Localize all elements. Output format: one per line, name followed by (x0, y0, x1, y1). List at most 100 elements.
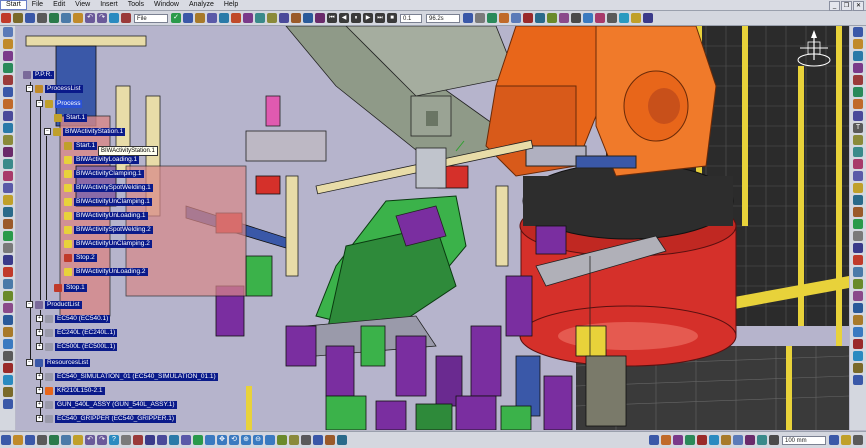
left-tool-27-icon[interactable] (2, 339, 13, 349)
left-tool-24-icon[interactable] (2, 303, 13, 313)
tree-node-activity[interactable]: BIWActivitySpotWelding.1 (64, 183, 153, 192)
bottom-tool-36-icon[interactable] (721, 435, 731, 445)
left-tool-7-icon[interactable] (2, 99, 13, 109)
bottom-tool-38-icon[interactable] (745, 435, 755, 445)
left-tool-14-icon[interactable] (2, 183, 13, 193)
copy-icon[interactable] (61, 13, 71, 23)
collapse-icon[interactable]: − (44, 128, 51, 135)
bottom-tool-41-icon[interactable] (829, 435, 839, 445)
left-tool-15-icon[interactable] (2, 195, 13, 205)
bottom-tool-42-icon[interactable] (841, 435, 851, 445)
right-tool-2-icon[interactable] (853, 39, 863, 49)
tree-node-stop[interactable]: Stop.2 (64, 253, 97, 262)
right-tool-25-icon[interactable] (853, 315, 863, 325)
collapse-icon[interactable]: − (26, 359, 33, 366)
left-tool-16-icon[interactable] (2, 207, 13, 217)
sync-icon[interactable] (583, 13, 593, 23)
play-icon[interactable]: ▶ (363, 13, 373, 23)
cut-icon[interactable] (49, 13, 59, 23)
left-tool-32-icon[interactable] (2, 399, 13, 409)
bottom-tool-29-icon[interactable] (337, 435, 347, 445)
expand-icon[interactable]: + (36, 387, 43, 394)
bottom-tool-12-icon[interactable] (133, 435, 143, 445)
step-back-icon[interactable]: ◀ (339, 13, 349, 23)
menu-analyze[interactable]: Analyze (184, 0, 219, 10)
menu-tools[interactable]: Tools (123, 0, 149, 10)
left-tool-28-icon[interactable] (2, 351, 13, 361)
grid-icon[interactable] (607, 13, 617, 23)
right-tool-23-icon[interactable] (853, 291, 863, 301)
undo-icon[interactable]: ↶ (85, 13, 95, 23)
open-icon[interactable] (13, 13, 23, 23)
link-icon[interactable] (183, 13, 193, 23)
pan-icon[interactable]: ✥ (217, 435, 227, 445)
tree-node-product[interactable]: + EC540 (EC540.1) (36, 314, 111, 323)
left-tool-17-icon[interactable] (2, 219, 13, 229)
bottom-print-icon[interactable] (37, 435, 47, 445)
redo-icon[interactable]: ↷ (97, 13, 107, 23)
fast-forward-icon[interactable]: ⏭ (375, 13, 385, 23)
bottom-undo-icon[interactable]: ↶ (85, 435, 95, 445)
check-icon[interactable]: ✓ (171, 13, 181, 23)
annotate-icon[interactable] (559, 13, 569, 23)
right-tool-12-icon[interactable] (853, 159, 863, 169)
tree-node-activity[interactable]: BIWActivitySpotWelding.2 (64, 225, 153, 234)
bottom-tool-15-icon[interactable] (169, 435, 179, 445)
compass-icon[interactable] (794, 28, 834, 72)
distance-icon[interactable] (547, 13, 557, 23)
robot-icon[interactable] (219, 13, 229, 23)
zoom-value-input[interactable]: 100 mm (782, 435, 826, 445)
folder-icon[interactable] (631, 13, 641, 23)
bottom-tool-28-icon[interactable] (325, 435, 335, 445)
tree-node-activity[interactable]: BIWActivityUnClamping.1 (64, 197, 152, 206)
catalog-icon[interactable] (643, 13, 653, 23)
left-tool-6-icon[interactable] (2, 87, 13, 97)
select-icon[interactable] (121, 13, 131, 23)
clash-icon[interactable] (315, 13, 325, 23)
left-tool-13-icon[interactable] (2, 171, 13, 181)
teach-icon[interactable] (279, 13, 289, 23)
expand-icon[interactable]: + (36, 415, 43, 422)
help-icon[interactable] (109, 13, 119, 23)
layer-icon[interactable] (207, 13, 217, 23)
weld-icon[interactable] (231, 13, 241, 23)
tree-node-stop[interactable]: Stop.1 (54, 283, 87, 292)
tree-node-activity[interactable]: BIWActivityUnLoading.1 (64, 211, 148, 220)
bottom-tool-33-icon[interactable] (685, 435, 695, 445)
right-tool-14-icon[interactable] (853, 183, 863, 193)
left-tool-8-icon[interactable] (2, 111, 13, 121)
right-tool-27-icon[interactable] (853, 339, 863, 349)
print-icon[interactable] (37, 13, 47, 23)
bottom-open-icon[interactable] (13, 435, 23, 445)
right-tool-18-icon[interactable] (853, 231, 863, 241)
right-tool-10-icon[interactable] (853, 135, 863, 145)
bottom-cut-icon[interactable] (49, 435, 59, 445)
right-tool-24-icon[interactable] (853, 303, 863, 313)
tree-node-processlist[interactable]: − ProcessList (26, 84, 83, 93)
light-icon[interactable] (499, 13, 509, 23)
right-tool-26-icon[interactable] (853, 327, 863, 337)
record-icon[interactable] (463, 13, 473, 23)
left-tool-31-icon[interactable] (2, 387, 13, 397)
normal-view-icon[interactable] (265, 435, 275, 445)
rotate-icon[interactable]: ⟲ (229, 435, 239, 445)
bottom-save-icon[interactable] (25, 435, 35, 445)
tree-node-activity[interactable]: BIWActivityUnLoading.2 (64, 267, 148, 276)
right-tool-17-icon[interactable] (853, 219, 863, 229)
bottom-tool-13-icon[interactable] (145, 435, 155, 445)
time-input[interactable]: 96.2s (426, 13, 460, 23)
bottom-paste-icon[interactable] (73, 435, 83, 445)
bottom-tool-39-icon[interactable] (757, 435, 767, 445)
tree-node-activity[interactable]: BIWActivityClamping.1 (64, 169, 144, 178)
tree-node-start-1[interactable]: Start.1 (54, 113, 88, 122)
right-tool-20-icon[interactable] (853, 255, 863, 265)
tree-node-ppr[interactable]: P.P.R. (23, 70, 55, 79)
right-tool-5-icon[interactable] (853, 75, 863, 85)
expand-icon[interactable]: + (36, 373, 43, 380)
camera-icon[interactable] (487, 13, 497, 23)
right-tool-22-icon[interactable] (853, 279, 863, 289)
bottom-tool-34-icon[interactable] (697, 435, 707, 445)
bottom-tool-37-icon[interactable] (733, 435, 743, 445)
tree-node-productlist[interactable]: − ProductList (26, 300, 82, 309)
left-tool-22-icon[interactable] (2, 279, 13, 289)
